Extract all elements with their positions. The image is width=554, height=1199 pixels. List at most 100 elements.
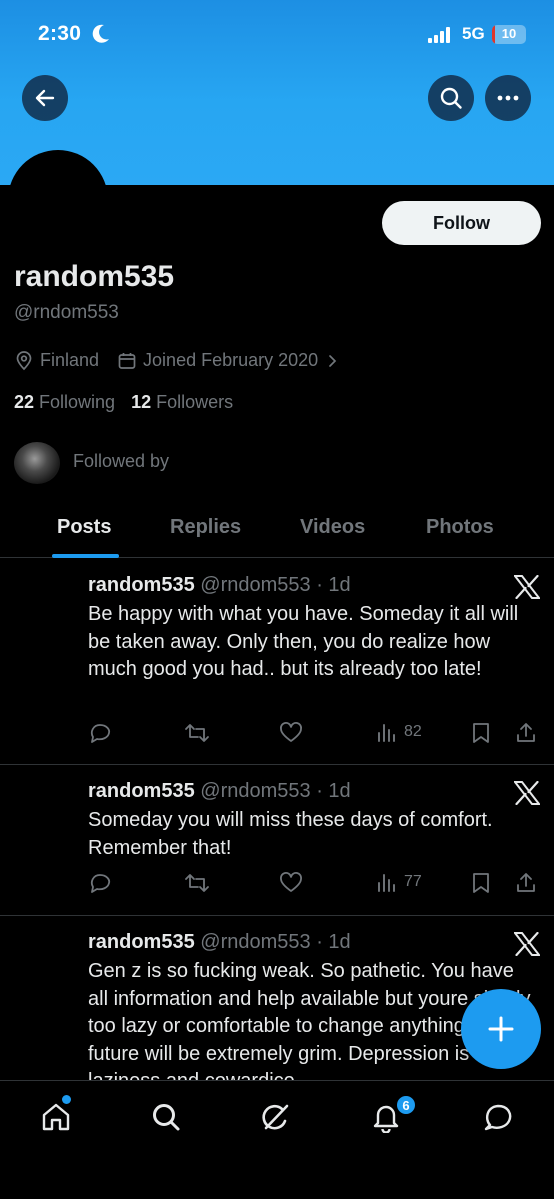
- battery-icon: 10: [492, 25, 526, 44]
- grok-icon: [262, 1104, 289, 1130]
- display-name: random535: [14, 260, 175, 293]
- moon-icon: [92, 24, 109, 43]
- location-text: Finland: [40, 350, 100, 370]
- battery-level: 10: [501, 26, 517, 41]
- follow-button[interactable]: Follow: [382, 201, 541, 245]
- joined-text: Joined February 2020: [143, 350, 319, 370]
- views-count: 77: [404, 873, 422, 890]
- reply-icon: [90, 874, 111, 893]
- x-logo-icon: [514, 575, 540, 599]
- follow-counts: 22 Following 12 Followers: [14, 392, 249, 413]
- heart-icon: [280, 722, 302, 742]
- profile-meta: Finland Joined February 2020: [14, 350, 364, 371]
- nav-home[interactable]: [36, 1097, 76, 1137]
- repost-icon: [185, 724, 209, 742]
- following-count: 22: [14, 392, 35, 412]
- network-type: 5G: [462, 24, 485, 43]
- search-button[interactable]: [428, 75, 474, 121]
- post-actions: 77: [88, 871, 548, 897]
- post-time: · 1d: [316, 780, 351, 802]
- post-item[interactable]: random535 @rndom553 · 1d Someday you wil…: [0, 765, 554, 916]
- repost-button[interactable]: [184, 871, 210, 895]
- profile-avatar[interactable]: [8, 150, 108, 250]
- post-actions: 82: [88, 721, 548, 747]
- followed-by-text[interactable]: Followed by: [73, 451, 169, 472]
- tab-videos[interactable]: Videos: [300, 516, 365, 539]
- plus-icon: [488, 1016, 514, 1042]
- home-unread-dot: [62, 1095, 71, 1104]
- x-logo-icon: [514, 932, 540, 956]
- followers-count: 12: [131, 392, 152, 412]
- reply-icon: [90, 724, 111, 743]
- search-icon: [153, 1104, 180, 1131]
- back-button[interactable]: [22, 75, 68, 121]
- nav-grok[interactable]: [256, 1097, 296, 1137]
- following-label: Following: [39, 392, 116, 412]
- tab-photos[interactable]: Photos: [426, 516, 494, 539]
- like-button[interactable]: [279, 871, 303, 895]
- calendar-icon: [118, 352, 136, 369]
- bookmark-button[interactable]: [470, 721, 492, 745]
- post-author-name[interactable]: random535: [88, 780, 195, 802]
- more-options-button[interactable]: [485, 75, 531, 121]
- message-icon: [484, 1104, 512, 1131]
- more-icon: [497, 95, 519, 101]
- views-button[interactable]: 77: [376, 871, 422, 893]
- views-count: 82: [404, 723, 422, 740]
- post-time: · 1d: [316, 574, 351, 596]
- post-author-name[interactable]: random535: [88, 574, 195, 596]
- post-author-name[interactable]: random535: [88, 931, 195, 953]
- following-link[interactable]: 22 Following: [14, 392, 115, 413]
- post-time: · 1d: [316, 931, 351, 953]
- share-icon: [517, 873, 535, 892]
- post-text: Someday you will miss these days of comf…: [88, 809, 493, 859]
- like-button[interactable]: [279, 721, 303, 745]
- views-button[interactable]: 82: [376, 721, 422, 743]
- compose-post-button[interactable]: [461, 989, 541, 1069]
- nav-explore[interactable]: [146, 1097, 186, 1137]
- post-author-handle: @rndom553: [200, 931, 311, 953]
- location-pin-icon: [16, 350, 32, 370]
- joined-info[interactable]: Joined February 2020: [117, 350, 346, 371]
- profile-handle: @rndom553: [14, 302, 119, 323]
- post-author-handle: @rndom553: [200, 780, 311, 802]
- bookmark-icon: [473, 723, 489, 743]
- tab-posts[interactable]: Posts: [57, 516, 111, 539]
- post-header: random535 @rndom553 · 1d: [88, 780, 351, 803]
- bookmark-icon: [473, 873, 489, 893]
- repost-button[interactable]: [184, 721, 210, 745]
- signal-icon: [428, 27, 450, 43]
- share-icon: [517, 723, 535, 742]
- home-icon: [42, 1103, 70, 1131]
- nav-messages[interactable]: [478, 1097, 518, 1137]
- post-header: random535 @rndom553 · 1d: [88, 574, 351, 597]
- post-text: Be happy with what you have. Someday it …: [88, 603, 519, 680]
- search-icon: [440, 87, 462, 109]
- tab-replies[interactable]: Replies: [170, 516, 241, 539]
- arrow-left-icon: [35, 89, 55, 107]
- post-item[interactable]: random535 @rndom553 · 1d Be happy with w…: [0, 559, 554, 765]
- active-tab-indicator: [52, 554, 119, 558]
- followers-label: Followers: [156, 392, 234, 412]
- views-icon: [378, 724, 395, 742]
- bottom-navigation: 6: [0, 1080, 554, 1199]
- notification-badge: 6: [395, 1094, 417, 1116]
- repost-icon: [185, 874, 209, 892]
- x-logo-icon: [514, 781, 540, 805]
- status-time: 2:30: [38, 22, 82, 45]
- share-button[interactable]: [514, 871, 538, 895]
- location-info: Finland: [14, 350, 99, 371]
- follower-avatar[interactable]: [14, 442, 60, 484]
- followers-link[interactable]: 12 Followers: [131, 392, 233, 413]
- bookmark-button[interactable]: [470, 871, 492, 895]
- reply-button[interactable]: [88, 871, 112, 895]
- status-bar: 2:30 5G 10: [0, 0, 554, 70]
- views-icon: [378, 874, 395, 892]
- heart-icon: [280, 872, 302, 892]
- post-author-handle: @rndom553: [200, 574, 311, 596]
- share-button[interactable]: [514, 721, 538, 745]
- chevron-right-icon: [329, 354, 337, 367]
- reply-button[interactable]: [88, 721, 112, 745]
- post-header: random535 @rndom553 · 1d: [88, 931, 351, 954]
- profile-tabs: Posts Replies Videos Photos: [0, 500, 554, 558]
